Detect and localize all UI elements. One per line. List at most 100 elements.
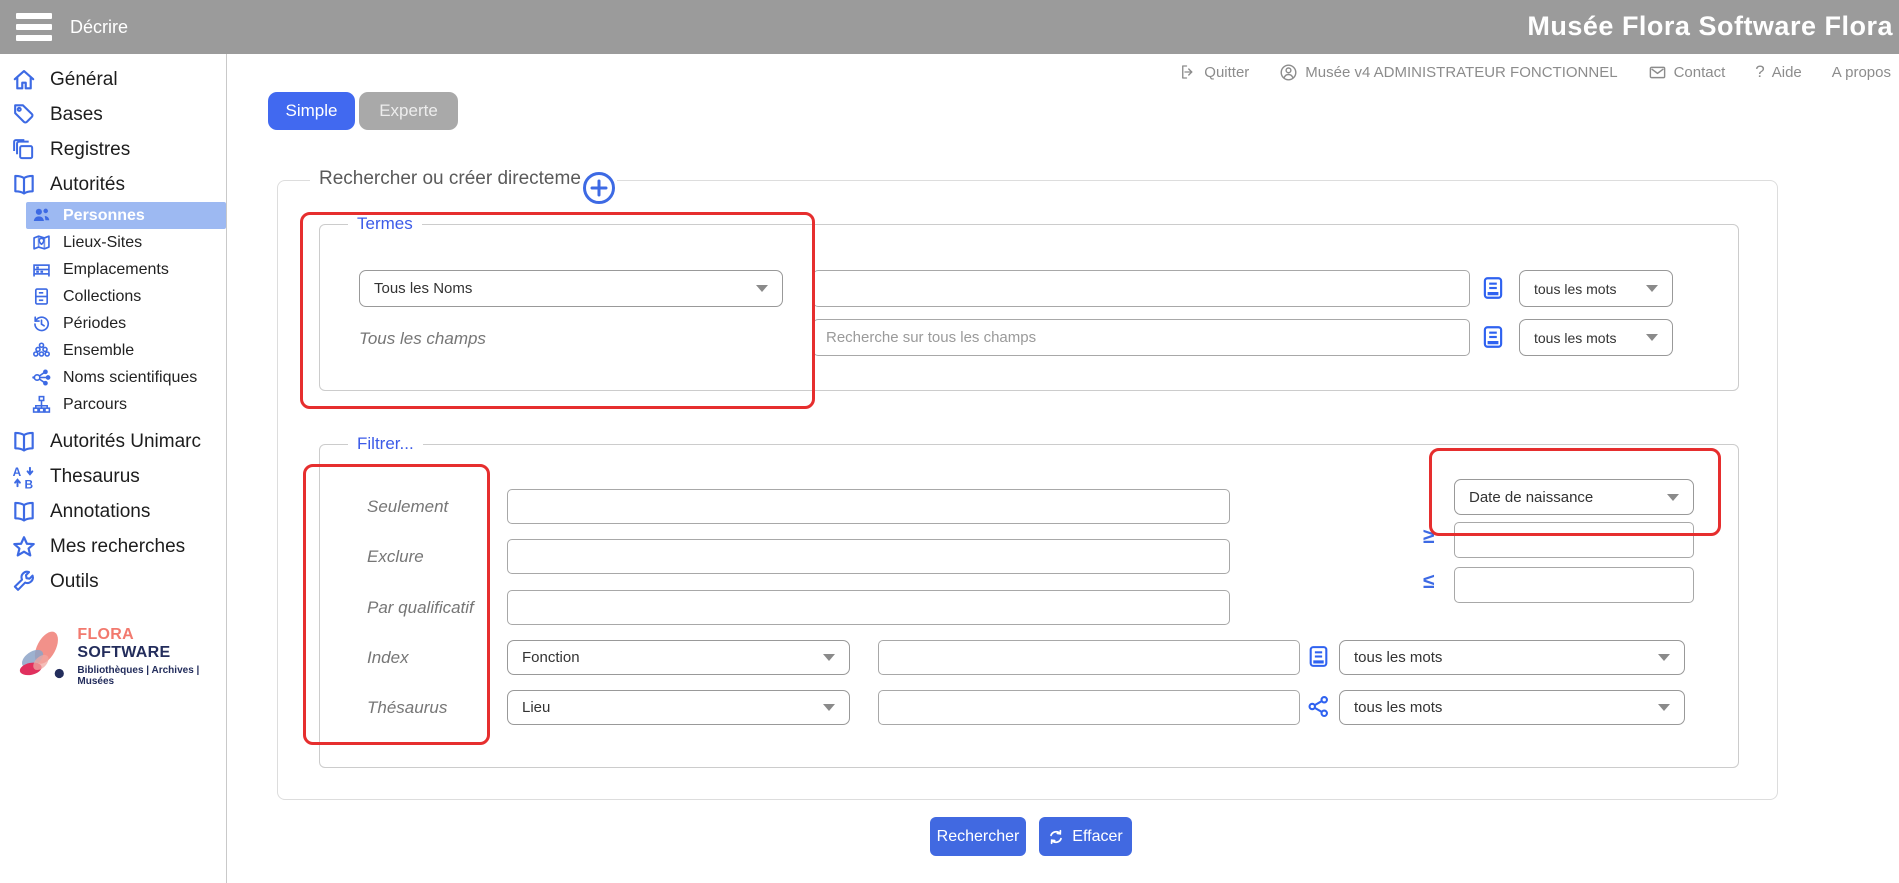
chevron-down-icon	[823, 704, 835, 711]
name-type-select[interactable]: Tous les Noms	[359, 270, 783, 307]
sidebar-subitem-collections[interactable]: Collections	[26, 283, 226, 310]
seulement-input[interactable]	[507, 489, 1230, 524]
sort-alpha-icon: AB	[10, 463, 37, 490]
stacked-pages-icon	[10, 136, 37, 163]
name-match-value: tous les mots	[1534, 281, 1616, 297]
sidebar-subitem-periodes[interactable]: Périodes	[26, 310, 226, 337]
create-plus-icon[interactable]	[581, 170, 617, 206]
flora-petals-icon	[16, 625, 69, 687]
sidebar-subitem-emplacements[interactable]: Emplacements	[26, 256, 226, 283]
panel-legend: Rechercher ou créer directement	[310, 168, 606, 190]
about-link[interactable]: A propos	[1832, 64, 1891, 81]
wrench-icon	[10, 568, 37, 595]
sidebar-subitem-parcours[interactable]: Parcours	[26, 391, 226, 418]
termes-legend: Termes	[348, 214, 422, 234]
hamburger-menu-icon[interactable]	[16, 13, 52, 41]
date-from-input[interactable]	[1454, 522, 1694, 558]
sidebar-item-label: Mes recherches	[50, 536, 185, 558]
sidebar-item-autorites-unimarc[interactable]: Autorités Unimarc	[0, 424, 226, 459]
question-mark-icon: ?	[1755, 62, 1764, 82]
sidebar-item-bases[interactable]: Bases	[0, 97, 226, 132]
history-icon	[31, 313, 52, 334]
sidebar-item-outils[interactable]: Outils	[0, 564, 226, 599]
date-to-input[interactable]	[1454, 567, 1694, 603]
sidebar-subitem-label: Emplacements	[63, 261, 169, 279]
sidebar-item-general[interactable]: Général	[0, 62, 226, 97]
clear-button-label: Effacer	[1072, 828, 1122, 846]
app-title: Musée Flora Software Flora	[1527, 0, 1893, 54]
share-network-icon[interactable]	[1306, 694, 1331, 724]
search-mode-tabs: Simple Experte	[268, 92, 458, 130]
quit-link[interactable]: Quitter	[1179, 63, 1249, 81]
name-type-value: Tous les Noms	[374, 280, 472, 297]
index-match-select[interactable]: tous les mots	[1339, 640, 1685, 675]
contact-link[interactable]: Contact	[1648, 63, 1726, 82]
sidebar-item-label: Autorités Unimarc	[50, 431, 201, 453]
sidebar-subitem-label: Périodes	[63, 315, 126, 333]
tag-icon	[10, 101, 37, 128]
sidebar-subitem-lieux-sites[interactable]: Lieux-Sites	[26, 229, 226, 256]
sidebar-item-registres[interactable]: Registres	[0, 132, 226, 167]
sidebar-subitem-personnes[interactable]: Personnes	[26, 202, 226, 229]
chevron-down-icon	[823, 654, 835, 661]
sidebar-subitem-noms-scientifiques[interactable]: Noms scientifiques	[26, 364, 226, 391]
svg-text:B: B	[24, 477, 33, 490]
sidebar-subitem-label: Collections	[63, 288, 141, 306]
thesaurus-type-value: Lieu	[522, 699, 550, 716]
sidebar-item-annotations[interactable]: Annotations	[0, 494, 226, 529]
qualificatif-input[interactable]	[507, 590, 1230, 625]
help-label: Aide	[1772, 64, 1802, 81]
index-input[interactable]	[878, 640, 1300, 675]
sidebar-item-label: Bases	[50, 104, 103, 126]
index-book-icon[interactable]	[1480, 324, 1506, 355]
thesaurus-type-select[interactable]: Lieu	[507, 690, 850, 725]
sidebar-item-label: Outils	[50, 571, 99, 593]
name-search-input[interactable]	[813, 270, 1470, 307]
mail-icon	[1648, 63, 1667, 82]
cluster-icon	[31, 340, 52, 361]
help-link[interactable]: ? Aide	[1755, 62, 1802, 82]
index-book-icon[interactable]	[1306, 644, 1331, 674]
sidebar-item-autorites[interactable]: Autorités	[0, 167, 226, 202]
name-match-select[interactable]: tous les mots	[1519, 270, 1673, 307]
all-fields-input[interactable]	[813, 319, 1470, 356]
thesaurus-match-select[interactable]: tous les mots	[1339, 690, 1685, 725]
clear-button[interactable]: Effacer	[1039, 817, 1132, 856]
refresh-icon	[1048, 829, 1064, 845]
chevron-down-icon	[1658, 704, 1670, 711]
sidebar-item-label: Registres	[50, 139, 130, 161]
exclure-label: Exclure	[367, 547, 424, 567]
user-icon	[1279, 63, 1298, 82]
chevron-down-icon	[1667, 494, 1679, 501]
index-type-value: Fonction	[522, 649, 580, 666]
date-field-select[interactable]: Date de naissance	[1454, 479, 1694, 515]
shelf-icon	[31, 259, 52, 280]
filtrer-section: Filtrer... Seulement Exclure Par qualifi…	[319, 444, 1739, 768]
people-icon	[31, 205, 52, 226]
index-type-select[interactable]: Fonction	[507, 640, 850, 675]
exclure-input[interactable]	[507, 539, 1230, 574]
all-fields-match-select[interactable]: tous les mots	[1519, 319, 1673, 356]
chevron-down-icon	[1646, 334, 1658, 341]
all-fields-label: Tous les champs	[359, 329, 486, 349]
autorites-sub-list: Personnes Lieux-Sites Emplacements Colle…	[26, 202, 226, 418]
tab-experte[interactable]: Experte	[359, 92, 458, 130]
sidebar-item-label: Thesaurus	[50, 466, 140, 488]
search-button[interactable]: Rechercher	[930, 817, 1026, 856]
sidebar-subitem-label: Parcours	[63, 396, 127, 414]
drawers-icon	[31, 286, 52, 307]
user-menu[interactable]: Musée v4 ADMINISTRATEUR FONCTIONNEL	[1279, 63, 1617, 82]
sidebar-subitem-label: Personnes	[63, 207, 145, 225]
logo-software-word: SOFTWARE	[77, 644, 170, 661]
thesaurus-input[interactable]	[878, 690, 1300, 725]
sidebar-subitem-ensemble[interactable]: Ensemble	[26, 337, 226, 364]
flora-software-logo: FLORA SOFTWARE Bibliothèques | Archives …	[16, 625, 226, 687]
sidebar-item-mes-recherches[interactable]: Mes recherches	[0, 529, 226, 564]
tab-simple[interactable]: Simple	[268, 92, 355, 130]
sidebar-item-thesaurus[interactable]: AB Thesaurus	[0, 459, 226, 494]
search-create-panel: Rechercher ou créer directement Termes T…	[277, 180, 1778, 800]
topbar-menu-label: Décrire	[70, 0, 128, 54]
termes-section: Termes Tous les Noms tous les mots Tous …	[319, 224, 1739, 391]
svg-text:A: A	[12, 464, 21, 478]
index-book-icon[interactable]	[1480, 275, 1506, 306]
